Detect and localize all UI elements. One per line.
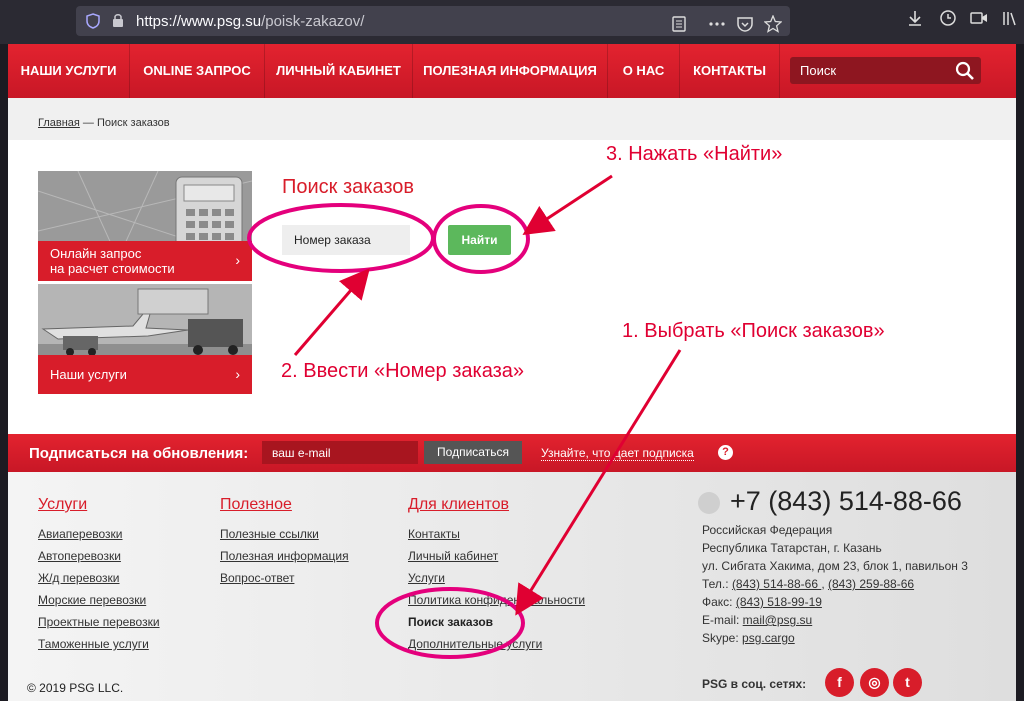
annotation-step-1: 1. Выбрать «Поиск заказов»: [622, 320, 885, 342]
breadcrumb-current: Поиск заказов: [97, 117, 170, 129]
footer-link-auto[interactable]: Автоперевозки: [38, 549, 121, 563]
subscribe-button[interactable]: Подписаться: [424, 441, 522, 464]
phone-icon: [698, 492, 720, 514]
search-icon[interactable]: [955, 61, 975, 81]
facebook-icon[interactable]: f: [825, 668, 854, 697]
footer-services-title[interactable]: Услуги: [38, 496, 87, 514]
footer-link-account[interactable]: Личный кабинет: [408, 549, 498, 563]
main-phone: +7 (843) 514-88-66: [730, 486, 962, 516]
address-region: Республика Татарстан, г. Казань: [702, 541, 882, 555]
tel-link-2[interactable]: (843) 259-88-66: [828, 577, 914, 591]
fax-link[interactable]: (843) 518-99-19: [736, 595, 822, 609]
fax-line: Факс: (843) 518-99-19: [702, 595, 822, 609]
order-number-input[interactable]: [282, 225, 410, 255]
footer-link-order-search[interactable]: Поиск заказов: [408, 615, 493, 629]
footer-link-extra-services[interactable]: Дополнительные услуги: [408, 637, 542, 651]
chevron-right-icon: ›: [235, 365, 240, 382]
social-label: PSG в соц. сетях:: [702, 677, 807, 691]
download-icon[interactable]: [906, 9, 924, 27]
address-bar[interactable]: https://www.psg.su/poisk-zakazov/: [76, 6, 790, 36]
page-title: Поиск заказов: [282, 176, 415, 198]
subscribe-email-input[interactable]: [262, 441, 418, 464]
tel-link-1[interactable]: (843) 514-88-66: [732, 577, 821, 591]
annotation-step-2: 2. Ввести «Номер заказа»: [281, 360, 525, 382]
email-line: E-mail: mail@psg.su: [702, 613, 813, 627]
promo-caption: Наши услуги ›: [38, 355, 252, 394]
annotation-step-3: 3. Нажать «Найти»: [606, 143, 783, 165]
main-navigation: НАШИ УСЛУГИ ONLINE ЗАПРОС ЛИЧНЫЙ КАБИНЕТ…: [8, 44, 1016, 98]
footer-clients-title[interactable]: Для клиентов: [408, 496, 509, 514]
address-street: ул. Сибгата Хакима, дом 23, блок 1, пави…: [702, 559, 968, 573]
subscription-info-link[interactable]: Узнайте, что дает подписка: [541, 446, 694, 461]
pocket-icon[interactable]: [736, 15, 754, 33]
breadcrumb: Главная — Поиск заказов: [38, 117, 170, 129]
email-link[interactable]: mail@psg.su: [743, 613, 813, 627]
help-icon[interactable]: ?: [718, 445, 733, 460]
nav-personal-account[interactable]: ЛИЧНЫЙ КАБИНЕТ: [265, 44, 413, 98]
search-input[interactable]: [790, 57, 940, 84]
breadcrumb-home[interactable]: Главная: [38, 117, 80, 129]
bookmark-star-icon[interactable]: [764, 15, 782, 33]
footer-link-services[interactable]: Услуги: [408, 571, 445, 585]
breadcrumb-bar: Главная — Поиск заказов: [8, 98, 1016, 140]
video-icon[interactable]: [970, 9, 988, 27]
url-text: https://www.psg.su/poisk-zakazov/: [136, 13, 365, 30]
footer: Услуги Авиаперевозки Автоперевозки Ж/д п…: [8, 472, 1016, 701]
footer-link-rail[interactable]: Ж/д перевозки: [38, 571, 120, 585]
library-icon[interactable]: [1001, 9, 1019, 27]
nav-contacts[interactable]: КОНТАКТЫ: [680, 44, 780, 98]
browser-toolbar: https://www.psg.su/poisk-zakazov/: [0, 0, 1024, 44]
footer-link-faq[interactable]: Вопрос-ответ: [220, 571, 294, 585]
nav-useful-info[interactable]: ПОЛЕЗНАЯ ИНФОРМАЦИЯ: [413, 44, 608, 98]
address-country: Российская Федерация: [702, 523, 833, 537]
skype-link[interactable]: psg.cargo: [742, 631, 795, 645]
twitter-icon[interactable]: t: [893, 668, 922, 697]
footer-link-useful-links[interactable]: Полезные ссылки: [220, 527, 319, 541]
nav-about[interactable]: О НАС: [608, 44, 680, 98]
nav-services[interactable]: НАШИ УСЛУГИ: [8, 44, 130, 98]
shield-icon[interactable]: [86, 13, 100, 29]
site-search: [790, 57, 981, 84]
tel-line: Тел.: (843) 514-88-66 , (843) 259-88-66: [702, 577, 915, 591]
more-icon[interactable]: [708, 15, 726, 33]
instagram-icon[interactable]: ◎: [860, 668, 889, 697]
nav-online-request[interactable]: ONLINE ЗАПРОС: [130, 44, 265, 98]
promo-online-request[interactable]: Онлайн запрос на расчет стоимости ›: [38, 171, 252, 281]
skype-line: Skype: psg.cargo: [702, 631, 795, 645]
copyright: © 2019 PSG LLC.: [27, 681, 124, 695]
lock-icon[interactable]: [112, 13, 124, 28]
footer-link-privacy[interactable]: Политика конфиденциальности: [408, 593, 585, 607]
promo-our-services[interactable]: Наши услуги ›: [38, 284, 252, 394]
footer-link-customs[interactable]: Таможенные услуги: [38, 637, 149, 651]
footer-useful-title[interactable]: Полезное: [220, 496, 292, 514]
chevron-right-icon: ›: [235, 252, 240, 268]
subscribe-label: Подписаться на обновления:: [29, 445, 249, 462]
footer-link-contacts[interactable]: Контакты: [408, 527, 460, 541]
promo-caption: Онлайн запрос на расчет стоимости ›: [38, 241, 252, 281]
subscribe-bar: Подписаться на обновления: Подписаться У…: [8, 434, 1016, 472]
history-icon[interactable]: [939, 9, 957, 27]
footer-link-project[interactable]: Проектные перевозки: [38, 615, 160, 629]
reader-view-icon[interactable]: [670, 15, 688, 33]
footer-link-air[interactable]: Авиаперевозки: [38, 527, 123, 541]
footer-link-useful-info[interactable]: Полезная информация: [220, 549, 349, 563]
footer-link-sea[interactable]: Морские перевозки: [38, 593, 146, 607]
find-button[interactable]: Найти: [448, 225, 511, 255]
